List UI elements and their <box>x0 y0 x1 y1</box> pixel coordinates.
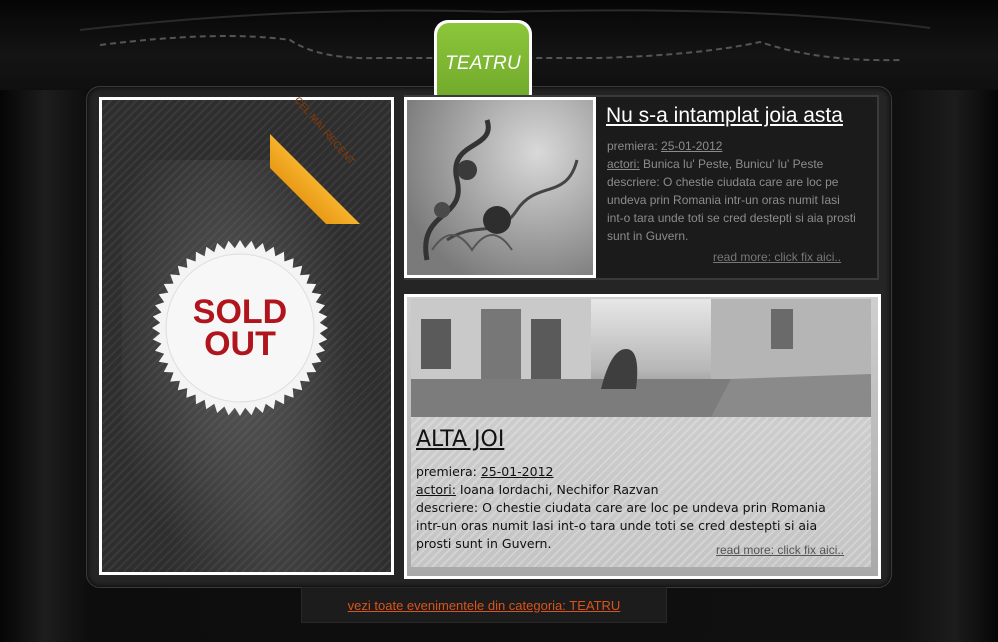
street-photo-icon <box>411 299 871 417</box>
event-details: premiera: 25-01-2012 actori: Ioana Iorda… <box>416 463 836 553</box>
corner-ribbon <box>270 90 404 224</box>
event-details: premiera: 25-01-2012 actori: Bunica lu' … <box>607 137 857 245</box>
event-title[interactable]: Nu s-a intamplat joia asta <box>606 104 843 128</box>
premiere-label: premiera: <box>607 139 658 153</box>
description-row: descriere: O chestie ciudata care are lo… <box>607 173 857 245</box>
swirl-art-icon <box>423 119 579 261</box>
badge-inner: TEATRU <box>437 23 529 105</box>
event-title[interactable]: ALTA JOI <box>416 427 504 452</box>
view-all-events-link[interactable]: vezi toate evenimentele din categoria: T… <box>348 598 621 613</box>
category-badge-label: TEATRU <box>445 53 521 74</box>
actors-row: actori: Bunica lu' Peste, Bunicu' lu' Pe… <box>607 155 857 173</box>
event-thumbnail[interactable] <box>404 97 596 278</box>
premiere-date[interactable]: 25-01-2012 <box>661 139 722 153</box>
description-label: descriere: <box>607 175 660 189</box>
sold-out-text: SOLD OUT <box>150 293 330 363</box>
premiere-row: premiera: 25-01-2012 <box>607 137 857 155</box>
actors-value: Bunica lu' Peste, Bunicu' lu' Peste <box>643 157 824 171</box>
sold-line-1: SOLD <box>192 293 288 331</box>
description-label: descriere: <box>416 500 479 515</box>
premiere-label: premiera: <box>416 464 477 479</box>
category-footer: vezi toate evenimentele din categoria: T… <box>301 587 667 623</box>
premiere-date[interactable]: 25-01-2012 <box>481 464 554 479</box>
read-more-link[interactable]: read more: click fix aici.. <box>713 250 841 264</box>
premiere-row: premiera: 25-01-2012 <box>416 463 836 481</box>
actors-label[interactable]: actori: <box>416 482 456 497</box>
sold-line-2: OUT <box>204 325 276 363</box>
read-more-link[interactable]: read more: click fix aici.. <box>716 543 844 557</box>
event-photo[interactable] <box>411 299 871 417</box>
actors-value: Ioana Iordachi, Nechifor Razvan <box>459 482 659 497</box>
actors-label[interactable]: actori: <box>607 157 640 171</box>
actors-row: actori: Ioana Iordachi, Nechifor Razvan <box>416 481 836 499</box>
